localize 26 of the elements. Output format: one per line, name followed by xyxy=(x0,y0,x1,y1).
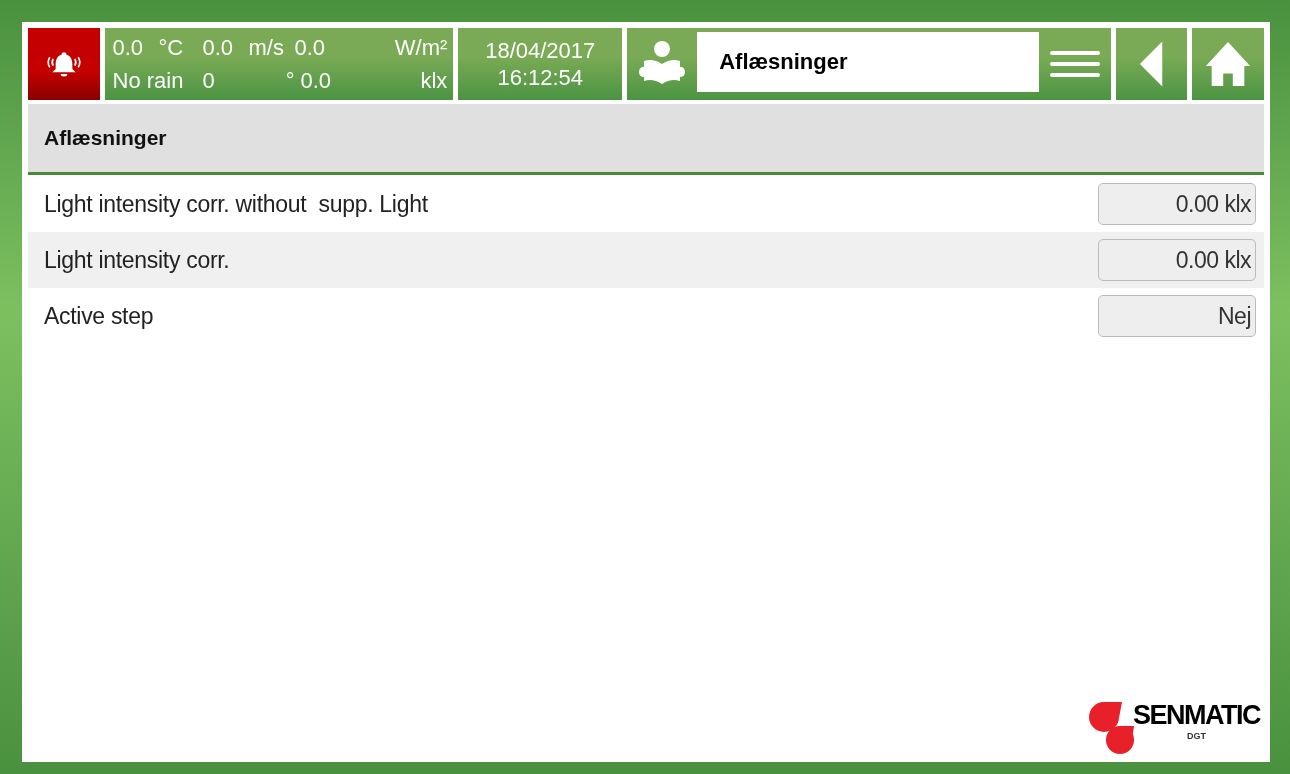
radiation-unit: W/m² xyxy=(394,34,448,61)
company-logo: SENMATIC DGT xyxy=(1087,694,1260,756)
reading-value-field: 0.00 klx xyxy=(1098,239,1256,281)
temperature-unit: °C xyxy=(158,34,184,61)
reading-value-field: 0.00 klx xyxy=(1098,183,1256,225)
rain-status: No rain xyxy=(112,67,184,94)
reading-label: Active step xyxy=(44,302,154,330)
time-text: 16:12:54 xyxy=(497,64,584,92)
reading-value-field: Nej xyxy=(1098,295,1256,337)
light-unit: klx xyxy=(420,67,448,94)
temperature-value: 0.0 xyxy=(112,34,144,61)
reading-label: Light intensity corr. xyxy=(44,246,230,274)
light-value: 0.0 xyxy=(299,67,332,94)
alarm-button[interactable] xyxy=(28,28,100,100)
wind-speed-value: 0.0 xyxy=(202,34,234,61)
wind-speed-unit: m/s xyxy=(248,34,284,61)
date-text: 18/04/2017 xyxy=(485,36,596,64)
home-button[interactable] xyxy=(1192,28,1264,100)
reading-label: Light intensity corr. without supp. Light xyxy=(44,190,428,218)
home-icon xyxy=(1204,39,1253,89)
section-title: Aflæsninger xyxy=(44,126,167,150)
back-button[interactable] xyxy=(1115,28,1188,100)
wind-direction-unit: ° xyxy=(285,67,295,94)
radiation-value: 0.0 xyxy=(294,34,326,61)
page-title-field: Aflæsninger xyxy=(697,32,1039,92)
wind-direction-value: 0 xyxy=(202,67,215,94)
